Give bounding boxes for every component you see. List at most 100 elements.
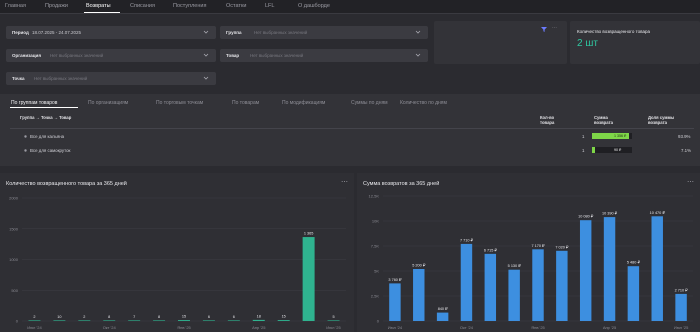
- tab-qty-by-day[interactable]: Количество по дням: [400, 100, 447, 106]
- expand-icon[interactable]: [23, 134, 28, 139]
- col-sum: Сумма возврата: [594, 115, 613, 125]
- tab-by-groups[interactable]: По группам товаров: [11, 100, 57, 106]
- bar[interactable]: [178, 320, 190, 321]
- bar[interactable]: [675, 293, 687, 321]
- tab-sums-by-day[interactable]: Суммы по дням: [351, 100, 388, 106]
- bar-value-label: 8: [158, 315, 160, 319]
- period-label: Период: [12, 30, 29, 35]
- tab-by-organizations[interactable]: По организациям: [88, 100, 128, 106]
- bar[interactable]: [53, 320, 66, 321]
- bar[interactable]: [460, 243, 473, 321]
- tab-returns[interactable]: Возвраты: [86, 3, 111, 9]
- y-tick-label: 10K: [372, 219, 379, 224]
- bar[interactable]: [532, 249, 544, 321]
- x-tick-label: Июл '24: [388, 325, 403, 330]
- bar-value-label: 2: [33, 315, 35, 319]
- tab-receipts[interactable]: Поступления: [173, 3, 206, 9]
- x-tick-label: Янв '25: [177, 325, 191, 330]
- bar-value-label: 1 365: [304, 232, 314, 236]
- bar[interactable]: [579, 220, 592, 321]
- y-tick-label: 0: [377, 319, 380, 324]
- qty-chart-card: Количество возвращенного товара за 365 д…: [0, 173, 354, 332]
- chevron-down-icon: [203, 30, 209, 34]
- tab-by-modifications[interactable]: По модификациям: [282, 100, 325, 106]
- bar[interactable]: [556, 250, 568, 321]
- bar-value-label: 15: [282, 315, 286, 319]
- tab-sales[interactable]: Продажи: [45, 3, 68, 9]
- bar[interactable]: [436, 312, 449, 321]
- tab-by-products[interactable]: По товарам: [232, 100, 259, 106]
- bar-value-label: 18: [257, 314, 261, 318]
- tab-about[interactable]: О дашборде: [298, 3, 330, 9]
- row-qty: 1: [582, 134, 585, 139]
- tab-lfl[interactable]: LFL: [265, 3, 274, 9]
- filter-icon[interactable]: [540, 25, 548, 33]
- bar[interactable]: [202, 320, 215, 321]
- product-placeholder: Нет выбранных значений: [250, 53, 304, 58]
- y-tick-label: 7,5K: [371, 244, 380, 249]
- bar[interactable]: [389, 283, 401, 321]
- bar[interactable]: [28, 320, 41, 321]
- tab-stock[interactable]: Остатки: [226, 3, 246, 9]
- bar[interactable]: [153, 320, 166, 321]
- row-name: Все для кальяна: [30, 134, 65, 139]
- bar[interactable]: [128, 320, 141, 321]
- organization-field[interactable]: Организация Нет выбранных значений: [6, 49, 216, 62]
- bar-value-label: 10 080 ₽: [578, 215, 594, 219]
- period-value: 18.07.2025 - 24.07.2025: [32, 30, 82, 35]
- row-name: Все для самокруток: [30, 148, 71, 153]
- group-field[interactable]: Группа Нет выбранных значений: [220, 26, 428, 39]
- chevron-down-icon: [415, 53, 421, 57]
- product-field[interactable]: Товар Нет выбранных значений: [220, 49, 428, 62]
- top-nav: Главная Продажи Возвраты Списания Поступ…: [0, 0, 700, 14]
- bar[interactable]: [627, 266, 640, 321]
- metric-title: Количество возвращенного товара: [577, 29, 650, 34]
- bar-value-label: 10 470 ₽: [650, 211, 666, 215]
- bar-value-label: 7 170 ₽: [532, 244, 546, 248]
- group-placeholder: Нет выбранных значений: [254, 30, 308, 35]
- tab-home[interactable]: Главная: [5, 3, 26, 9]
- bar[interactable]: [277, 320, 290, 321]
- chevron-down-icon: [415, 30, 421, 34]
- bar[interactable]: [508, 269, 520, 321]
- bar-value-label: 5 200 ₽: [412, 264, 426, 268]
- bar[interactable]: [252, 319, 265, 321]
- bar-value-label: 5 130 ₽: [508, 264, 522, 268]
- bar[interactable]: [651, 216, 663, 321]
- metric-value: 2 шт: [577, 38, 598, 49]
- row-sum: 90 ₽: [614, 148, 622, 152]
- y-tick-label: 1500: [9, 226, 19, 231]
- bar-value-label: 840 ₽: [438, 307, 448, 311]
- point-label: Точка: [12, 76, 25, 81]
- bar-value-label: 5 480 ₽: [627, 261, 641, 265]
- bar[interactable]: [484, 253, 497, 321]
- tab-writeoffs[interactable]: Списания: [130, 3, 155, 9]
- period-field[interactable]: Период 18.07.2025 - 24.07.2025: [6, 26, 216, 39]
- chevron-down-icon: [203, 53, 209, 57]
- tab-by-points[interactable]: По торговым точкам: [156, 100, 203, 106]
- bar[interactable]: [603, 217, 616, 321]
- bar[interactable]: [302, 237, 315, 321]
- organization-placeholder: Нет выбранных значений: [50, 53, 104, 58]
- y-tick-label: 5K: [374, 269, 379, 274]
- bar[interactable]: [78, 320, 91, 321]
- point-field[interactable]: Точка Нет выбранных значений: [6, 72, 216, 85]
- col-qty: Кол-во товара: [540, 115, 555, 125]
- bar[interactable]: [103, 320, 116, 321]
- bar[interactable]: [413, 269, 425, 321]
- bar-value-label: 7 710 ₽: [460, 238, 474, 242]
- bar[interactable]: [327, 320, 340, 321]
- bar[interactable]: [227, 320, 240, 321]
- sum-chart-card: Сумма возвратов за 365 дней ⋯ 0 2,5K 5K 7,5…: [357, 173, 700, 332]
- bar-value-label: 15: [182, 315, 186, 319]
- groups-panel: По группам товаров По организациям По то…: [0, 94, 700, 166]
- qty-chart: 0 500 1000 1500 2000 2 10 2 8 7 8 15 6 6 18 15 1 365 5 Июл…: [9, 196, 346, 330]
- bar-value-label: 2 710 ₽: [675, 288, 689, 292]
- col-hierarchy: Группа → Точка → Товар: [20, 115, 72, 120]
- bar-value-label: 6: [208, 315, 210, 319]
- expand-icon[interactable]: [23, 148, 28, 153]
- more-dots-icon[interactable]: ⋯: [552, 25, 557, 31]
- row-share: 93.9%: [678, 134, 691, 139]
- col-share: Доля суммы возврата: [648, 115, 675, 125]
- point-placeholder: Нет выбранных значений: [34, 76, 88, 81]
